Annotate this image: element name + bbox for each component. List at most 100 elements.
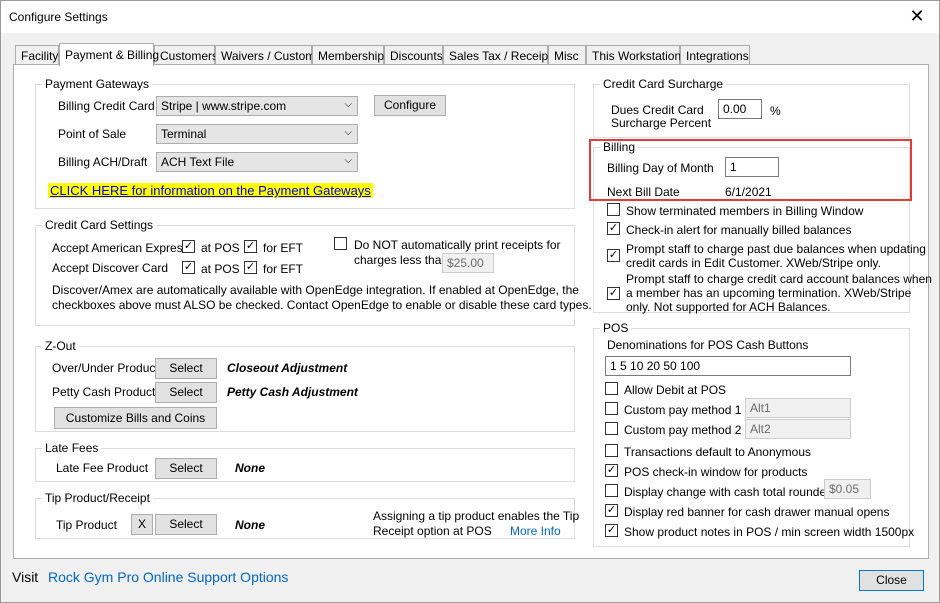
petty-cash-label: Petty Cash Product: [52, 385, 156, 399]
amex-pos-checkbox[interactable]: ✓: [182, 240, 195, 253]
custom-pay-1-label: Custom pay method 1 >: [624, 403, 752, 417]
anonymous-default-label: Transactions default to Anonymous: [624, 445, 811, 459]
no-print-checkbox[interactable]: [334, 237, 347, 250]
discover-pos-checkbox[interactable]: ✓: [182, 261, 195, 274]
threshold-input[interactable]: $25.00: [442, 253, 494, 273]
amex-eft-label: for EFT: [263, 241, 304, 255]
zout-title: Z-Out: [42, 339, 79, 353]
petty-cash-value: Petty Cash Adjustment: [227, 385, 358, 399]
billing-cc-select[interactable]: Stripe | www.stripe.com ⌵: [156, 96, 358, 116]
past-due-prompt-line2: credit cards in Edit Customer. XWeb/Stri…: [626, 256, 881, 270]
tip-product-label: Tip Product: [56, 518, 117, 532]
surcharge-unit: %: [770, 104, 781, 118]
payment-gateways-info-link[interactable]: CLICK HERE for information on the Paymen…: [48, 183, 373, 198]
late-fee-product-label: Late Fee Product: [56, 461, 149, 475]
cc-settings-title: Credit Card Settings: [42, 218, 157, 232]
pos-checkin-window-checkbox[interactable]: ✓: [605, 464, 618, 477]
surcharge-input[interactable]: 0.00: [718, 99, 762, 119]
close-icon[interactable]: ✕: [905, 5, 929, 27]
termination-prompt-checkbox[interactable]: ✓: [607, 287, 620, 300]
surcharge-group: Credit Card Surcharge Dues Credit Card S…: [593, 77, 910, 138]
cc-note-line1: Discover/Amex are automatically availabl…: [52, 283, 579, 297]
payment-gateways-title: Payment Gateways: [42, 77, 153, 91]
show-terminated-label: Show terminated members in Billing Windo…: [626, 204, 864, 218]
tab-waivers-custom[interactable]: Waivers / Custom: [215, 45, 315, 65]
late-fee-select-button[interactable]: Select: [155, 458, 217, 479]
surcharge-title: Credit Card Surcharge: [600, 77, 727, 91]
billing-cc-label: Billing Credit Card: [58, 99, 155, 113]
amex-eft-checkbox[interactable]: ✓: [244, 240, 257, 253]
pos-title: POS: [600, 321, 632, 335]
tip-group: Tip Product/Receipt Tip Product X Select…: [35, 491, 579, 539]
ach-select[interactable]: ACH Text File ⌵: [156, 152, 358, 172]
tip-note-line2: Receipt option at POS: [373, 524, 492, 538]
display-change-label: Display change with cash total rounded t…: [624, 485, 847, 499]
support-options-link[interactable]: Rock Gym Pro Online Support Options: [48, 569, 288, 585]
display-change-checkbox[interactable]: [605, 484, 618, 497]
over-under-label: Over/Under Product: [52, 361, 159, 375]
tab-discounts[interactable]: Discounts: [384, 45, 443, 65]
past-due-prompt-checkbox[interactable]: ✓: [607, 249, 620, 262]
late-fees-title: Late Fees: [42, 441, 102, 455]
custom-pay-1-input[interactable]: Alt1: [745, 398, 851, 418]
tab-customers[interactable]: Customers: [154, 45, 218, 65]
rounding-input[interactable]: $0.05: [824, 479, 871, 499]
custom-pay-1-checkbox[interactable]: [605, 402, 618, 415]
tip-select-button[interactable]: Select: [155, 514, 217, 535]
termination-prompt-line3: only. Not supported for ACH Balances.: [626, 300, 831, 314]
tab-payment-billing[interactable]: Payment & Billing: [59, 43, 159, 66]
chevron-down-icon: ⌵: [344, 155, 352, 166]
termination-prompt-line1: Prompt staff to charge credit card accou…: [626, 272, 932, 286]
denominations-label: Denominations for POS Cash Buttons: [607, 338, 809, 352]
tab-panel: Payment Gateways Billing Credit Card Str…: [13, 64, 932, 559]
discover-label: Accept Discover Card: [52, 261, 169, 275]
tip-clear-button[interactable]: X: [131, 514, 153, 535]
checkin-alert-checkbox[interactable]: ✓: [607, 222, 620, 235]
tip-title: Tip Product/Receipt: [42, 491, 153, 505]
petty-cash-select-button[interactable]: Select: [155, 382, 217, 403]
termination-prompt-line2: a member has an upcoming termination. XW…: [626, 286, 912, 300]
show-terminated-checkbox[interactable]: [607, 203, 620, 216]
tip-value: None: [235, 518, 265, 532]
tab-memberships[interactable]: Memberships: [312, 45, 390, 65]
late-fee-value: None: [235, 461, 265, 475]
more-info-link[interactable]: More Info: [510, 524, 561, 538]
cc-settings-group: Credit Card Settings Accept American Exp…: [35, 218, 592, 326]
discover-eft-checkbox[interactable]: ✓: [244, 261, 257, 274]
custom-pay-2-checkbox[interactable]: [605, 422, 618, 435]
tab-integrations[interactable]: Integrations: [680, 45, 750, 65]
anonymous-default-checkbox[interactable]: [605, 444, 618, 457]
customize-bills-button[interactable]: Customize Bills and Coins: [54, 407, 217, 429]
allow-debit-label: Allow Debit at POS: [624, 383, 727, 397]
allow-debit-checkbox[interactable]: [605, 382, 618, 395]
red-banner-label: Display red banner for cash drawer manua…: [624, 505, 890, 519]
configure-settings-window: Configure Settings ✕ Facility Payment & …: [0, 0, 940, 603]
product-notes-checkbox[interactable]: ✓: [605, 524, 618, 537]
tab-this-workstation[interactable]: This Workstation: [586, 45, 681, 65]
pos-select[interactable]: Terminal ⌵: [156, 124, 358, 144]
over-under-value: Closeout Adjustment: [227, 361, 348, 375]
discover-pos-label: at POS: [201, 262, 240, 276]
billing-cc-value: Stripe | www.stripe.com: [161, 99, 287, 113]
cc-note-line2: checkboxes above must ALSO be checked. C…: [52, 298, 592, 312]
close-button[interactable]: Close: [859, 570, 924, 591]
past-due-prompt-line1: Prompt staff to charge past due balances…: [626, 242, 926, 256]
surcharge-label-line1: Dues Credit Card: [611, 103, 704, 117]
denominations-input[interactable]: 1 5 10 20 50 100: [605, 356, 851, 376]
amex-pos-label: at POS: [201, 241, 240, 255]
ach-label: Billing ACH/Draft: [58, 155, 148, 169]
tab-sales-tax-receipt[interactable]: Sales Tax / Receipt: [443, 45, 552, 65]
surcharge-label-line2: Surcharge Percent: [611, 116, 712, 130]
custom-pay-2-input[interactable]: Alt2: [745, 419, 851, 439]
discover-eft-label: for EFT: [263, 262, 304, 276]
pos-value: Terminal: [161, 127, 207, 141]
billing-highlight-box: [589, 139, 912, 201]
chevron-down-icon: ⌵: [344, 99, 352, 110]
tab-misc[interactable]: Misc: [548, 45, 586, 65]
red-banner-checkbox[interactable]: ✓: [605, 504, 618, 517]
pos-checkin-window-label: POS check-in window for products: [624, 465, 808, 479]
tab-facility[interactable]: Facility: [15, 45, 59, 65]
chevron-down-icon: ⌵: [344, 127, 352, 138]
over-under-select-button[interactable]: Select: [155, 358, 217, 379]
configure-button[interactable]: Configure: [374, 95, 446, 116]
